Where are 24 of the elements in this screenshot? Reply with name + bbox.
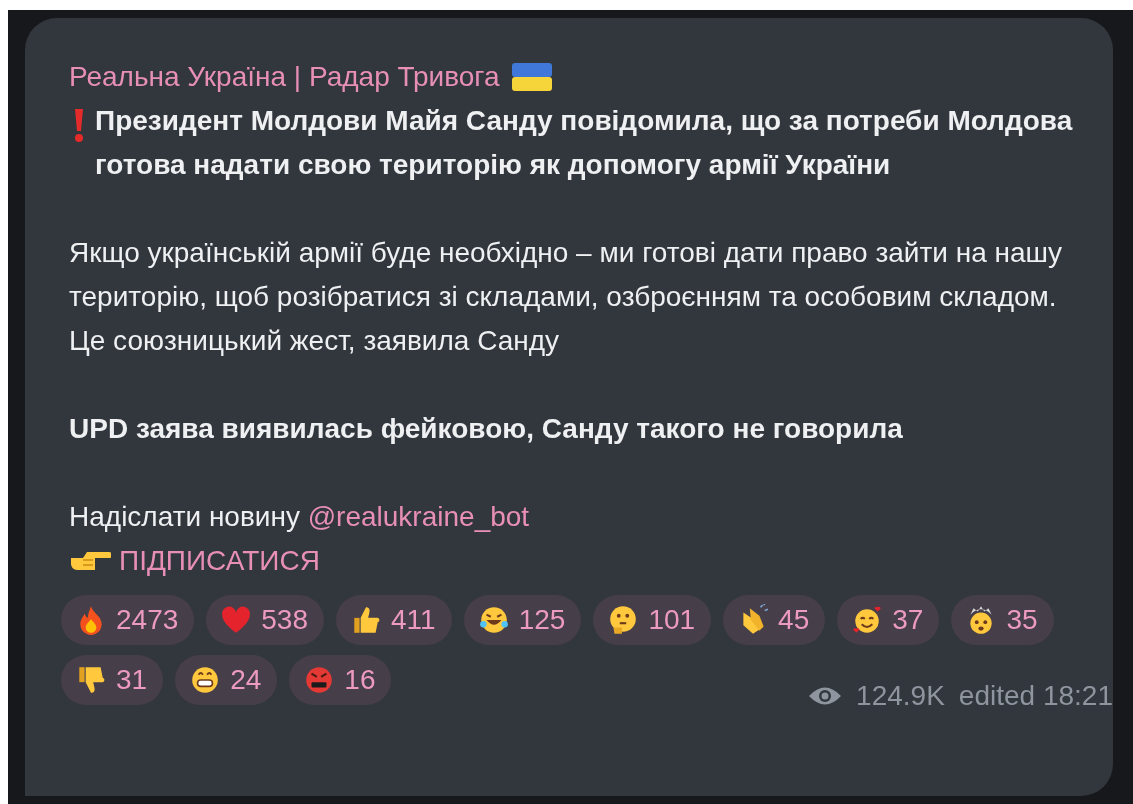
reaction-button[interactable]: 16: [289, 655, 392, 705]
edited-time: edited 18:21: [958, 679, 1113, 713]
laughing-face-icon: [477, 604, 510, 636]
flag-icon: [511, 63, 552, 91]
submit-news-text: Надіслати новину @realukraine_bot: [69, 500, 531, 534]
body-text: Якщо українській армії буде необхідно – ми готові дати право зайти на нашу територію, щоб розібратися зі складами, озброєнням та особовим складом. Це союзницький жест, заявила Санду: [69, 236, 1063, 358]
view-count: 124.9K: [856, 679, 945, 713]
reaction-button[interactable]: 37: [837, 595, 940, 645]
reaction-button[interactable]: 101: [593, 595, 712, 645]
reaction-button[interactable]: 411: [336, 595, 452, 645]
reaction-button[interactable]: 35: [951, 595, 1054, 645]
headline-text: Президент Молдови Майя Санду повідомила, що за потреби Молдова готова надати свою територію як допомогу армії України: [95, 104, 1073, 182]
smiling-face-with-hearts-icon: [851, 604, 884, 636]
reaction-button[interactable]: 45: [723, 595, 826, 645]
reaction-button[interactable]: 125: [463, 595, 582, 645]
eye-icon: [808, 685, 843, 707]
reaction-button[interactable]: 31: [61, 655, 164, 705]
bot-link[interactable]: @realukraine_bot: [307, 501, 530, 532]
reaction-button[interactable]: 538: [206, 595, 324, 645]
channel-title[interactable]: Реальна Україна | Радар Тривога: [69, 55, 500, 99]
update-text: UPD заява виявилась фейковою, Санду такого не говорила: [69, 412, 904, 446]
subscribe-link[interactable]: ПІДПИСАТИСЯ: [119, 539, 320, 583]
reaction-button[interactable]: 2473: [61, 595, 195, 645]
reaction-button[interactable]: 24: [175, 655, 278, 705]
